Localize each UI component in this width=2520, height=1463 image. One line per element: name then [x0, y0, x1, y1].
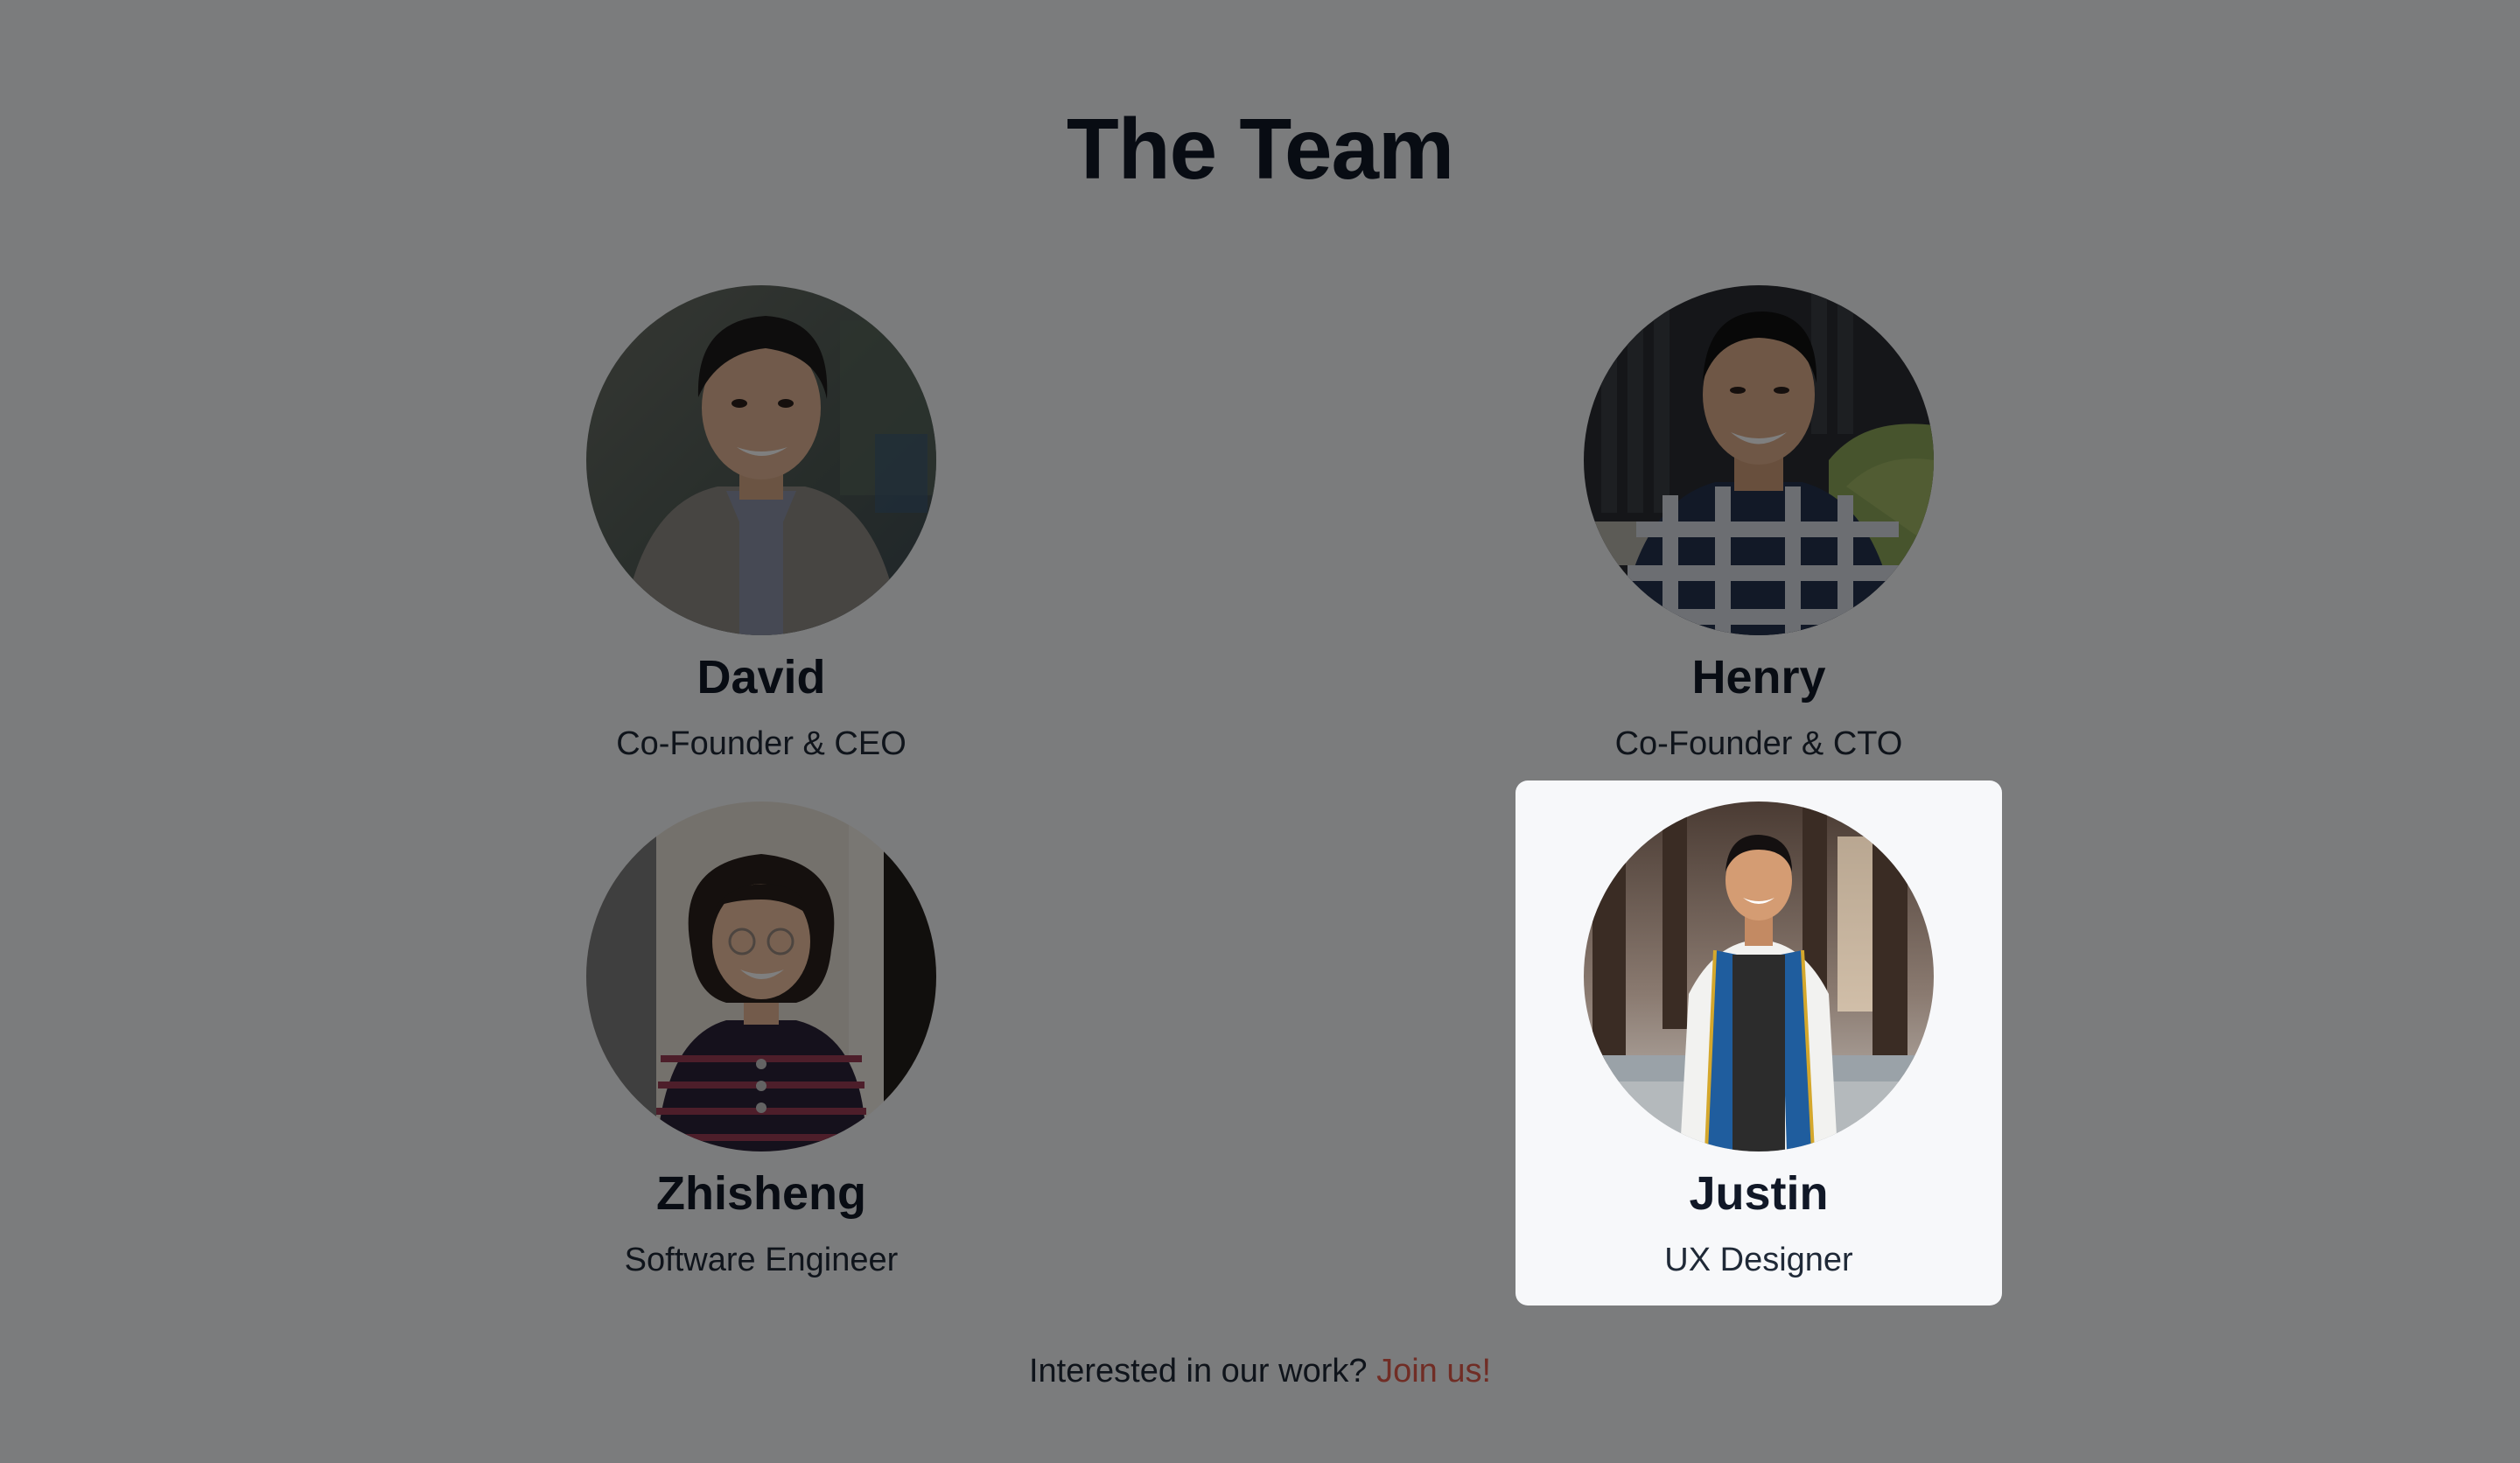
portrait-image [1584, 802, 1934, 1152]
join-prompt: Interested in our work? Join us! [0, 1349, 2520, 1393]
join-prompt-text: Interested in our work? [1028, 1353, 1368, 1390]
team-member-role: Co-Founder & CEO [616, 725, 906, 762]
team-member-role: Software Engineer [624, 1242, 899, 1278]
team-member-photo [1584, 802, 1934, 1152]
team-member-photo [586, 285, 936, 635]
team-member-card-justin[interactable]: Justin UX Designer [1516, 780, 2002, 1306]
portrait-image [586, 802, 936, 1152]
team-member-card-zhisheng[interactable]: Zhisheng Software Engineer [518, 780, 1004, 1306]
team-member-photo [1584, 285, 1934, 635]
team-member-card-david[interactable]: David Co-Founder & CEO [518, 264, 1004, 789]
team-member-name: Justin [1689, 1167, 1829, 1220]
dim-overlay [0, 0, 2520, 1463]
team-member-card-henry[interactable]: Henry Co-Founder & CTO [1516, 264, 2002, 789]
team-page: The Team David Co-Founder & CEO Henry Co… [0, 0, 2520, 1463]
portrait-image [1584, 285, 1934, 635]
page-title: The Team [1066, 101, 1454, 197]
team-member-name: David [696, 651, 826, 704]
team-member-name: Henry [1691, 651, 1826, 704]
team-member-photo [586, 802, 936, 1152]
join-us-link[interactable]: Join us! [1376, 1353, 1491, 1390]
team-member-role: UX Designer [1664, 1242, 1853, 1278]
team-member-name: Zhisheng [656, 1167, 866, 1220]
team-member-role: Co-Founder & CTO [1614, 725, 1903, 762]
portrait-image [586, 285, 936, 635]
